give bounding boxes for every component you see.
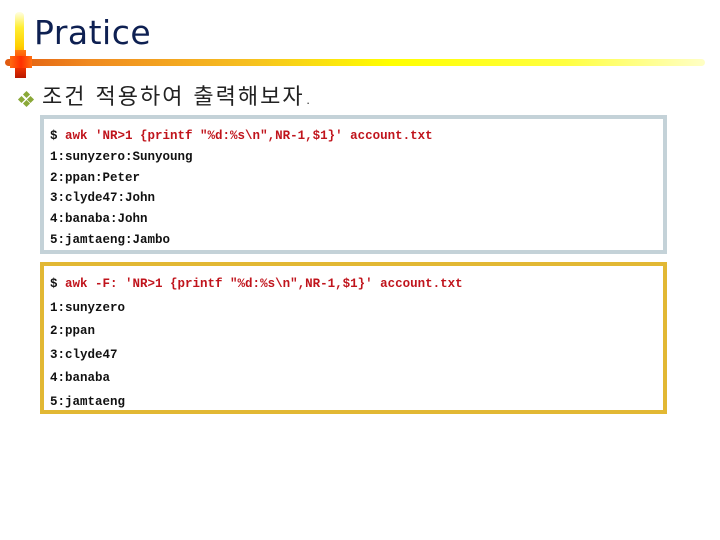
- output-line: 2:ppan: [50, 324, 96, 339]
- output-line: 5:jamtaeng:Jambo: [50, 232, 171, 247]
- awk-command: awk -F: 'NR>1 {printf "%d:%s\n",NR-1,$1}…: [65, 277, 463, 291]
- diamond-bullet-icon: [17, 90, 35, 108]
- output-line: 3:clyde47:John: [50, 191, 156, 206]
- output-line: 2:ppan:Peter: [50, 170, 141, 185]
- shell-prompt: $: [50, 129, 58, 143]
- title-underline-bar: [5, 59, 705, 66]
- output-line: 4:banaba:John: [50, 212, 148, 227]
- terminal-box-2: $ awk -F: 'NR>1 {printf "%d:%s\n",NR-1,$…: [40, 262, 667, 414]
- cross-accent-horizontal: [10, 56, 32, 68]
- page-title: Pratice: [34, 13, 152, 52]
- command-line: $ awk -F: 'NR>1 {printf "%d:%s\n",NR-1,$…: [50, 273, 663, 297]
- output-line: 1:sunyzero: [50, 300, 126, 315]
- slide-subtitle: 조건 적용하여 출력해보자.: [42, 85, 314, 110]
- output-line: 3:clyde47: [50, 347, 118, 362]
- output-line: 5:jamtaeng: [50, 394, 126, 409]
- terminal-box-1: $ awk 'NR>1 {printf "%d:%s\n",NR-1,$1}' …: [40, 115, 667, 254]
- awk-command: awk 'NR>1 {printf "%d:%s\n",NR-1,$1}' ac…: [65, 129, 433, 143]
- output-line: 4:banaba: [50, 371, 111, 386]
- shell-prompt: $: [50, 277, 58, 291]
- output-line: 1:sunyzero:Sunyoung: [50, 149, 193, 164]
- command-line: $ awk 'NR>1 {printf "%d:%s\n",NR-1,$1}' …: [50, 126, 663, 147]
